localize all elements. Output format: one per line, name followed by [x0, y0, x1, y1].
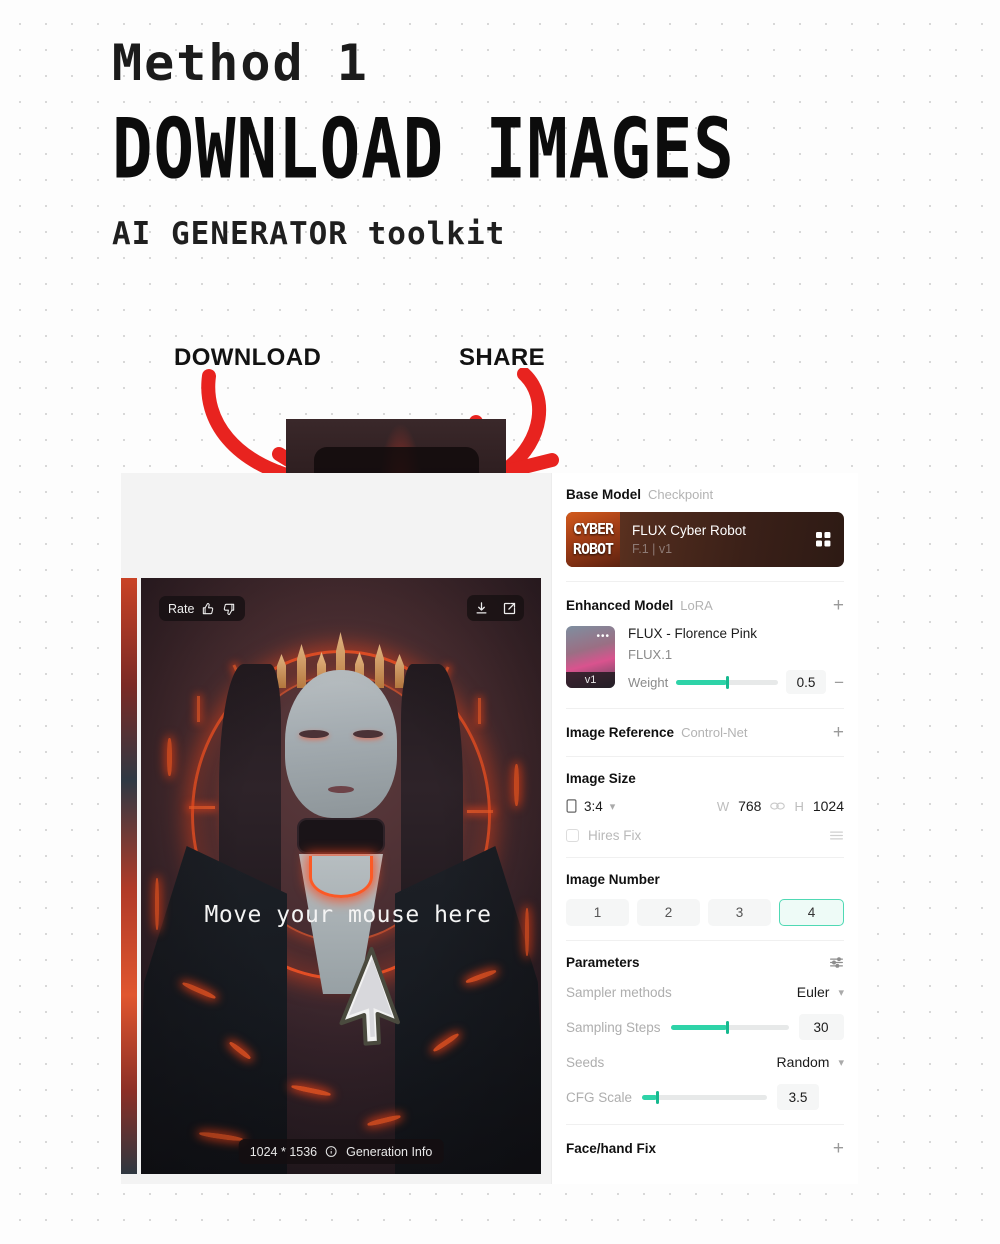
section-parameters: Parameters Sampler methods Euler ▾ Sampl… [566, 941, 844, 1125]
section-image-reference: Image Reference Control-Net + [566, 709, 844, 757]
callout-label-download: DOWNLOAD [174, 344, 322, 371]
sampler-methods-value: Euler [796, 984, 830, 1000]
enhanced-model-subtitle: LoRA [680, 598, 713, 613]
height-value[interactable]: 1024 [813, 798, 844, 814]
section-enhanced-model: Enhanced Model LoRA + ••• v1 FLUX - Flor… [566, 582, 844, 709]
cfg-scale-label: CFG Scale [566, 1089, 633, 1105]
generated-artwork [141, 578, 541, 1174]
section-base-model: Base Model Checkpoint CYBER ROBOT FLUX C… [566, 473, 844, 582]
rate-control[interactable]: Rate [159, 596, 246, 621]
image-number-title: Image Number [566, 872, 660, 887]
sampling-steps-slider[interactable] [670, 1020, 789, 1034]
hires-fix-checkbox[interactable] [566, 829, 579, 842]
link-chain-icon[interactable] [770, 801, 786, 811]
app-window: Rate Move your mouse here 1024 * 1536 Ge… [121, 473, 858, 1184]
enhanced-model-title: Enhanced Model [566, 598, 674, 613]
image-reference-subtitle: Control-Net [681, 725, 748, 740]
image-number-option-4[interactable]: 4 [779, 899, 844, 926]
portrait-frame-icon [566, 799, 577, 813]
image-number-option-2[interactable]: 2 [637, 899, 700, 926]
width-label: W [716, 798, 730, 814]
chevron-down-icon[interactable]: ▾ [838, 1056, 844, 1069]
cfg-scale-value[interactable]: 3.5 [777, 1084, 820, 1110]
generated-image-card[interactable]: Rate Move your mouse here 1024 * 1536 Ge… [141, 578, 541, 1174]
sampler-methods-row[interactable]: Sampler methods Euler ▾ [566, 984, 844, 1000]
sampling-steps-row: Sampling Steps 30 [566, 1014, 844, 1040]
lora-version: v1 [566, 672, 615, 688]
plus-icon[interactable]: + [833, 723, 844, 742]
sliders-icon[interactable] [829, 956, 844, 969]
headline-method: Method 1 [112, 34, 369, 92]
thumbs-down-icon[interactable] [222, 602, 236, 616]
seeds-label: Seeds [566, 1054, 605, 1070]
height-label: H [794, 798, 804, 814]
headline-title: DOWNLOAD IMAGES [112, 102, 735, 199]
lora-weight-slider[interactable] [676, 675, 779, 689]
lora-name: FLUX - Florence Pink [628, 626, 758, 641]
grid-squares-icon[interactable] [816, 532, 831, 547]
lora-weight-value[interactable]: 0.5 [786, 670, 827, 694]
section-face-hand-fix: Face/hand Fix + [566, 1125, 844, 1172]
chevron-down-icon[interactable]: ▾ [838, 986, 844, 999]
base-model-version: F.1 | v1 [632, 542, 673, 556]
generation-info-label: Generation Info [346, 1144, 433, 1159]
lora-thumbnail[interactable]: ••• v1 [566, 626, 615, 688]
image-number-option-1[interactable]: 1 [566, 899, 629, 926]
parameters-title: Parameters [566, 955, 640, 970]
cfg-scale-row: CFG Scale 3.5 [566, 1084, 844, 1110]
image-number-option-3[interactable]: 3 [708, 899, 771, 926]
base-model-subtitle: Checkpoint [648, 487, 714, 502]
settings-panel: Base Model Checkpoint CYBER ROBOT FLUX C… [551, 473, 858, 1184]
rate-label: Rate [168, 601, 195, 616]
seeds-value: Random [776, 1054, 830, 1070]
info-circle-icon [326, 1146, 338, 1157]
previous-image-sliver[interactable] [121, 578, 137, 1174]
headline-block: Method 1 DOWNLOAD IMAGES AI GENERATOR to… [112, 36, 741, 252]
base-model-name: FLUX Cyber Robot [632, 523, 747, 538]
generation-info-bar[interactable]: 1024 * 1536 Generation Info [238, 1139, 444, 1164]
section-image-size: Image Size 3:4 ▾ W 768 H 1024 Hires Fix [566, 757, 844, 858]
headline-subtitle: AI GENERATOR toolkit [112, 216, 506, 253]
download-icon[interactable] [474, 601, 489, 616]
cfg-scale-slider[interactable] [642, 1090, 768, 1104]
face-hand-fix-title: Face/hand Fix [566, 1141, 657, 1156]
plus-icon[interactable]: + [833, 1139, 844, 1158]
base-thumb-line1: CYBER [572, 520, 614, 538]
more-dots-icon[interactable]: ••• [596, 631, 610, 642]
thumbs-up-icon[interactable] [201, 602, 215, 616]
share-external-icon[interactable] [502, 601, 517, 616]
base-model-thumbnail: CYBER ROBOT [566, 512, 620, 567]
sliders-icon[interactable] [829, 829, 844, 842]
image-size-title: Image Size [566, 771, 636, 786]
hires-fix-label: Hires Fix [588, 828, 642, 843]
lora-weight-label: Weight [628, 674, 669, 690]
plus-icon[interactable]: + [833, 596, 844, 615]
aspect-ratio-value: 3:4 [584, 798, 603, 814]
callout-label-share: SHARE [459, 344, 546, 371]
sampling-steps-value[interactable]: 30 [798, 1014, 844, 1040]
section-image-number: Image Number 1 2 3 4 [566, 858, 844, 941]
image-reference-title: Image Reference [566, 725, 675, 740]
image-action-toolbar [467, 595, 524, 621]
base-thumb-line2: ROBOT [572, 540, 614, 558]
image-resolution: 1024 * 1536 [249, 1144, 318, 1159]
width-value[interactable]: 768 [738, 798, 761, 814]
lora-base-model: FLUX.1 [628, 647, 673, 662]
base-model-title: Base Model [566, 487, 642, 502]
sampling-steps-label: Sampling Steps [566, 1019, 661, 1035]
aspect-ratio-select[interactable]: 3:4 ▾ [566, 799, 615, 814]
base-model-card[interactable]: CYBER ROBOT FLUX Cyber Robot F.1 | v1 [566, 512, 844, 567]
seeds-row[interactable]: Seeds Random ▾ [566, 1054, 844, 1070]
chevron-down-icon[interactable]: ▾ [610, 800, 616, 813]
overlay-hint-text: Move your mouse here [204, 902, 492, 928]
mouse-pointer-cursor [339, 946, 400, 1046]
lora-item[interactable]: ••• v1 FLUX - Florence Pink FLUX.1 Weigh… [566, 626, 844, 694]
image-number-options: 1 2 3 4 [566, 899, 844, 926]
minus-icon[interactable]: − [834, 674, 844, 691]
sampler-methods-label: Sampler methods [566, 984, 672, 1000]
image-gallery: Rate Move your mouse here 1024 * 1536 Ge… [121, 473, 551, 1184]
